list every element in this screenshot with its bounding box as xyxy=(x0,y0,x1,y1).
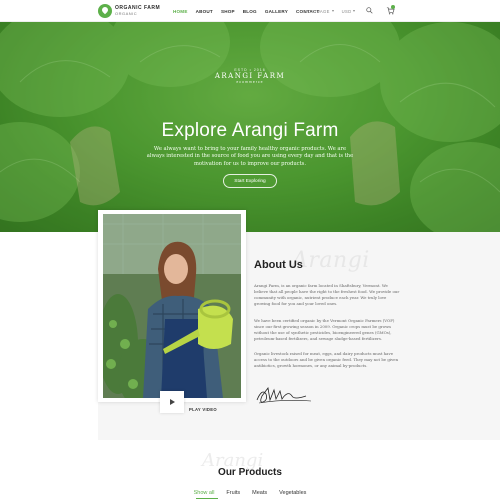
chevron-down-icon xyxy=(353,10,356,12)
woman-watering-plants-image xyxy=(103,214,241,398)
about-photo xyxy=(103,214,241,398)
filter-fruits[interactable]: Fruits xyxy=(226,490,240,496)
hero-brand-sub: ecommerce xyxy=(236,80,264,84)
about-paragraph-1: Arangi Farm, is an organic farm located … xyxy=(254,283,400,306)
play-video-button[interactable] xyxy=(160,391,184,413)
hero-title: Explore Arangi Farm xyxy=(161,120,339,141)
chevron-down-icon xyxy=(331,10,334,12)
active-filter-underline xyxy=(196,498,218,499)
hero-est: ESTD • 2016 xyxy=(234,68,266,72)
leaf-logo-icon xyxy=(98,4,112,18)
about-watermark: Arangi xyxy=(292,248,370,273)
nav-home[interactable]: HOME xyxy=(173,9,188,14)
header-selects: LANGUAGE USD xyxy=(304,0,356,22)
about-title: About Us xyxy=(254,259,303,271)
site-logo[interactable]: ORGANIC FARM ORGANIC xyxy=(98,3,160,19)
filter-meats[interactable]: Meats xyxy=(252,490,267,496)
hero-brand-badge: ESTD • 2016 ARANGI FARM ecommerce xyxy=(0,68,500,84)
play-icon xyxy=(169,399,175,405)
nav-blog[interactable]: BLOG xyxy=(243,9,257,14)
hero-banner: ESTD • 2016 ARANGI FARM ecommerce Explor… xyxy=(0,22,500,232)
signature-image xyxy=(256,387,312,404)
logo-text: ORGANIC FARM ORGANIC xyxy=(115,6,160,16)
nav-shop[interactable]: SHOP xyxy=(221,9,235,14)
filter-show-all[interactable]: Show all xyxy=(194,490,215,496)
hero-text: We always want to bring to your family h… xyxy=(146,146,354,167)
logo-line2: ORGANIC xyxy=(115,11,138,16)
language-select[interactable]: LANGUAGE xyxy=(304,9,334,14)
filter-vegetables[interactable]: Vegetables xyxy=(279,490,306,496)
about-paragraph-2: We have been certified organic by the Ve… xyxy=(254,318,395,341)
hero-brand: ARANGI FARM xyxy=(214,72,286,80)
currency-select-label: USD xyxy=(341,8,352,14)
play-video-label[interactable]: PLAY VIDEO xyxy=(189,407,217,412)
nav-gallery[interactable]: GALLERY xyxy=(265,9,288,14)
about-paragraph-3: Organic livestock raised for meat, eggs,… xyxy=(254,351,399,368)
product-filters: Show all Fruits Meats Vegetables xyxy=(0,490,500,496)
currency-select[interactable]: USD xyxy=(342,9,356,14)
language-select-label: LANGUAGE xyxy=(304,8,330,14)
cart-badge xyxy=(391,5,395,9)
main-nav: HOME ABOUT SHOP BLOG GALLERY CONTACT xyxy=(173,0,320,22)
products-title: Our Products xyxy=(218,467,282,478)
search-icon[interactable] xyxy=(366,7,373,14)
nav-about[interactable]: ABOUT xyxy=(196,9,213,14)
start-exploring-button[interactable]: Start Exploring xyxy=(223,174,277,188)
site-header: ORGANIC FARM ORGANIC HOME ABOUT SHOP BLO… xyxy=(0,0,500,22)
